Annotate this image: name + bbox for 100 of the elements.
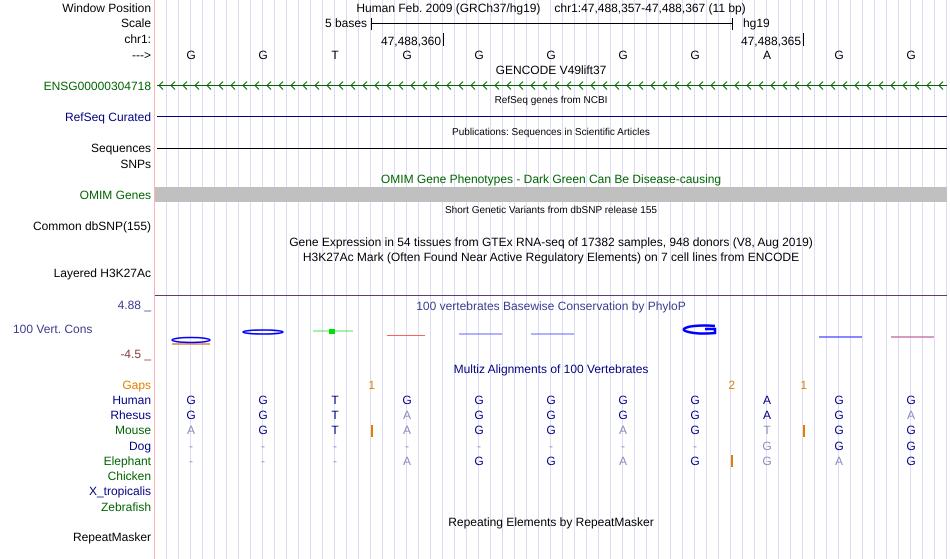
track-title: RefSeq genes from NCBI xyxy=(494,96,608,106)
track-label[interactable]: ENSG00000304718 xyxy=(44,80,151,92)
track-label[interactable]: Zebrafish xyxy=(100,500,151,513)
track-title: Multiz Alignments of 100 Vertebrates xyxy=(454,363,648,376)
track-label[interactable]: RefSeq Curated xyxy=(64,110,151,123)
base-letter: A xyxy=(618,454,627,467)
base-letter: G xyxy=(834,409,844,422)
track-label[interactable]: chr1: xyxy=(124,32,151,45)
base-letter: T xyxy=(331,409,339,422)
base-letter: G xyxy=(546,424,556,436)
track-label[interactable]: Dog xyxy=(128,440,151,452)
track-label[interactable]: Rhesus xyxy=(110,409,151,422)
track-label[interactable]: Elephant xyxy=(104,454,151,467)
base-letter: G xyxy=(762,454,772,467)
axis-min-label: -4.5 _ xyxy=(120,348,152,360)
track-label[interactable]: Layered H3K27Ac xyxy=(54,266,151,279)
track-label[interactable]: Window Position xyxy=(62,2,151,14)
base-letter: G xyxy=(546,409,556,422)
base-letter: G xyxy=(834,48,844,61)
base-letter: T xyxy=(763,424,771,436)
track-label[interactable]: Scale xyxy=(120,17,151,30)
base-letter: - xyxy=(549,440,553,452)
base-letter: A xyxy=(186,424,195,436)
base-letter: G xyxy=(258,394,268,406)
base-letter: G xyxy=(546,48,556,61)
base-letter: A xyxy=(402,454,411,467)
track-title: 100 vertebrates Basewise Conservation by PhyloP xyxy=(416,300,686,312)
track-title: GENCODE V49lift37 xyxy=(496,64,606,76)
base-letter: G xyxy=(258,409,268,422)
base-letter: G xyxy=(690,409,700,422)
base-letter: G xyxy=(474,394,484,406)
track-label[interactable]: Mouse xyxy=(114,424,151,436)
base-letter: T xyxy=(331,424,339,436)
base-letter: G xyxy=(834,440,844,452)
track-label[interactable]: Common dbSNP(155) xyxy=(32,220,151,232)
track-title: Short Genetic Variants from dbSNP release 155 xyxy=(445,206,657,216)
coordinate-tick: 47,488,365 xyxy=(740,33,804,46)
base-letter: A xyxy=(906,409,915,422)
track-title: H3K27Ac Mark (Often Found Near Active Regulatory Elements) on 7 cell lines from ENCODE xyxy=(302,251,800,264)
base-letter: G xyxy=(762,440,772,452)
base-letter: G xyxy=(906,424,916,436)
base-letter: A xyxy=(762,48,771,61)
base-letter: G xyxy=(690,454,700,467)
track-label[interactable]: Sequences xyxy=(90,142,151,154)
base-letter: G xyxy=(402,48,412,61)
base-letter: G xyxy=(546,454,556,467)
gap-count: 1 xyxy=(368,378,375,391)
position-range: chr1:47,488,357-47,488,367 (11 bp) xyxy=(554,0,746,17)
assembly-text: Human Feb. 2009 (GRCh37/hg19) xyxy=(356,0,540,17)
gap-count: 2 xyxy=(728,378,735,391)
base-letter: G xyxy=(834,424,844,436)
gap-count: 1 xyxy=(800,378,807,391)
base-letter: T xyxy=(331,48,339,61)
assembly-label: hg19 xyxy=(743,16,770,29)
base-letter: - xyxy=(621,440,625,452)
base-letter: G xyxy=(906,48,916,61)
base-letter: A xyxy=(618,424,627,436)
base-letter: A xyxy=(834,454,843,467)
track-label[interactable]: 100 Vert. Cons xyxy=(0,322,154,335)
base-letter: G xyxy=(690,48,700,61)
scale-span-text: 5 bases xyxy=(324,16,368,29)
base-letter: G xyxy=(618,394,628,406)
base-letter: G xyxy=(618,48,628,61)
track-title: Repeating Elements by RepeatMasker xyxy=(448,516,654,528)
base-letter: - xyxy=(477,440,481,452)
base-letter: G xyxy=(474,48,484,61)
base-letter: - xyxy=(405,440,409,452)
base-letter: G xyxy=(258,424,268,436)
base-letter: G xyxy=(474,454,484,467)
track-label[interactable]: SNPs xyxy=(120,158,151,170)
track-label[interactable]: OMIM Genes xyxy=(80,188,151,201)
base-letter: G xyxy=(618,409,628,422)
track-title: Gene Expression in 54 tissues from GTEx RNA-seq of 17382 samples, 948 donors (V8, Aug 2019) xyxy=(289,236,813,248)
track-title: Publications: Sequences in Scientific Articles xyxy=(452,128,650,138)
base-letter: - xyxy=(333,454,337,467)
base-letter: G xyxy=(402,394,412,406)
track-label[interactable]: X_tropicalis xyxy=(88,485,151,498)
track-label[interactable]: ---> xyxy=(132,48,151,61)
base-letter: G xyxy=(186,48,196,61)
base-letter: - xyxy=(261,454,265,467)
base-letter: G xyxy=(546,394,556,406)
base-letter: G xyxy=(906,440,916,452)
base-letter: G xyxy=(690,394,700,406)
track-label[interactable]: Chicken xyxy=(108,470,151,482)
base-letter: A xyxy=(762,409,771,422)
track-label[interactable]: Human xyxy=(112,394,151,406)
base-letter: G xyxy=(186,394,196,406)
base-letter: - xyxy=(261,440,265,452)
base-letter: G xyxy=(906,454,916,467)
base-letter: - xyxy=(189,454,193,467)
base-letter: A xyxy=(762,394,771,406)
base-letter: G xyxy=(186,409,196,422)
base-letter: T xyxy=(331,394,339,406)
base-letter: G xyxy=(474,409,484,422)
base-letter: G xyxy=(258,48,268,61)
axis-max-label: 4.88 _ xyxy=(118,298,152,311)
track-label[interactable]: RepeatMasker xyxy=(72,531,151,544)
base-letter: A xyxy=(402,409,411,422)
base-letter: - xyxy=(189,440,193,452)
coordinate-tick: 47,488,360 xyxy=(380,33,444,46)
